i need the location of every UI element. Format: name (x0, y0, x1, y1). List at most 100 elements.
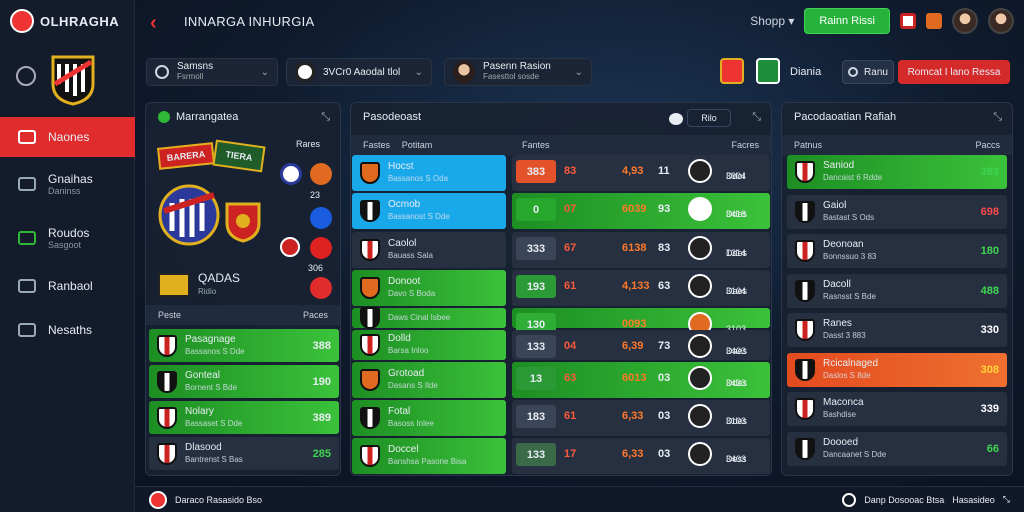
filter-pill[interactable]: Rilo (687, 109, 731, 127)
panel-head-right: Rares (296, 139, 321, 149)
team-crest-icon (795, 398, 815, 420)
expand-icon[interactable]: ⤡ (993, 111, 1002, 124)
user-avatar[interactable] (988, 8, 1014, 34)
table-row[interactable]: Dacoll Rasnsst S Bde 488 (787, 273, 1007, 308)
match-row-team[interactable]: Doccel Banshsa Pasone Bisa (352, 438, 506, 474)
match-row-team[interactable]: Daws Cinal Isbee (352, 307, 506, 329)
club-icon[interactable] (310, 277, 332, 299)
header-action-button[interactable]: Rainn Rissi (804, 8, 890, 34)
match-score-row[interactable]: 383 83 4,93 11 3904 Ddoi (512, 155, 770, 191)
team-name: Ocmob (388, 199, 421, 210)
toolbar-button[interactable]: Ranu (842, 60, 894, 84)
team-crest-icon (795, 437, 815, 460)
expand-icon[interactable]: ⤡ (752, 111, 761, 124)
club-badge-icon[interactable] (720, 58, 744, 84)
player-filter[interactable]: Pasenn Rasion Fasesttol sosde ⌄ (444, 58, 592, 86)
sidebar-item-sub: Daninss (48, 186, 81, 196)
team-name: Dolld (388, 333, 411, 344)
club-icon[interactable] (280, 163, 302, 185)
row-sub: Bantrenst S Bas (185, 454, 243, 464)
team-crest-icon (360, 369, 380, 391)
table-row[interactable]: Saniod Dancaist 6 Rdde 383 (787, 155, 1007, 189)
shop-dropdown-label: Shopp (750, 14, 785, 28)
col-head: Peste (158, 310, 182, 320)
match-row-team[interactable]: Dolld Barsa Inloo (352, 330, 506, 360)
table-row[interactable]: Pasagnage Bassanos S Dde 388 (149, 329, 339, 362)
row-value: 66 (986, 442, 999, 455)
shop-dropdown[interactable]: Shopp ▾ (750, 14, 794, 28)
club-crest-icon (51, 55, 95, 106)
col-head: Fastes (363, 140, 391, 150)
toolbar-primary-button[interactable]: Romcat I lano Ressa (898, 60, 1010, 84)
panel-title-text: Marrangatea (176, 111, 239, 123)
club-badge-icon[interactable] (756, 58, 780, 84)
table-row[interactable]: Ranes Dasst 3 883 330 (787, 313, 1007, 347)
match-score-row[interactable]: 130 0093 3103 (512, 308, 770, 336)
status-icon (158, 111, 170, 123)
club-icon[interactable] (310, 237, 332, 259)
match-score-row[interactable]: 0 07 6039 93 3418 Ddes (512, 193, 770, 229)
sidebar-item-nesaths[interactable]: Nesaths (0, 310, 135, 350)
expand-icon[interactable]: ⤡ (321, 111, 330, 124)
team-crest-icon (158, 184, 220, 246)
table-row[interactable]: Rcicalnaged Daslos S 8de 308 (787, 352, 1007, 387)
table-row[interactable]: Doooed Dancaanet S Dde 66 (787, 431, 1007, 466)
left-panel: Marrangatea ⤡ Rares BARERA TIERA 23 306 … (145, 102, 341, 476)
status-right[interactable]: Hasasideo (952, 495, 995, 505)
sidebar-item-gnaihas[interactable]: Gnaihas Daninss (0, 164, 135, 204)
table-row[interactable]: Dlasood Bantrenst S Bas 285 (149, 437, 339, 470)
search-filter[interactable]: Samsns Fsrmoll ⌄ (146, 58, 278, 86)
match-score-row[interactable]: 333 67 6138 83 1314 Ddes (512, 232, 770, 268)
sidebar-item-naones[interactable]: Naones (0, 117, 135, 157)
match-score-row[interactable]: 183 61 6,33 03 3103 Ddes (512, 400, 770, 436)
match-score-row[interactable]: 133 17 6,33 03 3403 Dess (512, 438, 770, 474)
score-c: 0093 (622, 318, 647, 330)
club-icon[interactable] (280, 237, 300, 257)
match-row-team[interactable]: Ocmob Bassanost S Dde (352, 193, 506, 229)
team-sub: Barsa Inloo (388, 346, 429, 355)
row-sub: Bashdise (823, 410, 856, 419)
ball-icon[interactable] (669, 113, 683, 125)
match-row-team[interactable]: Caolol Bauass Sala (352, 232, 506, 268)
table-row[interactable]: Gonteal Bornent S Bde 190 (149, 365, 339, 398)
table-row[interactable]: Nolary Bassaset S Dde 389 (149, 401, 339, 434)
row-value: 180 (980, 245, 999, 257)
sidebar-item-label: Nesaths (48, 323, 93, 337)
side-value: 23 (310, 190, 321, 200)
match-score-row[interactable]: 133 04 6,39 73 3403 Daes (512, 330, 770, 360)
table-row[interactable]: Deonoan Bonnssuo 3 83 180 (787, 234, 1007, 268)
sidebar-item-roudos[interactable]: Roudos Sasgoot (0, 218, 135, 258)
club-icon[interactable] (310, 207, 332, 229)
info-icon[interactable] (16, 66, 36, 86)
score-d: 11 (658, 165, 670, 177)
table-row[interactable]: Maconca Bashdise 339 (787, 392, 1007, 426)
team-crest-icon (360, 445, 380, 467)
match-filter[interactable]: 3VCr0 Aaodal tlol ⌄ (286, 58, 432, 86)
back-arrow-icon[interactable]: ‹ (150, 12, 157, 35)
club-banner: TIERA (212, 139, 266, 173)
stats-icon (18, 231, 36, 245)
club-icon[interactable] (926, 13, 942, 29)
status-bar: Daraco Rasasido Bso Danp Dosooac Btsa Ha… (135, 486, 1024, 512)
result-sub: Ddes (726, 209, 748, 219)
row-name: Doooed (823, 436, 859, 448)
match-row-team[interactable]: Grotoad Dasans S Ilde (352, 362, 506, 398)
match-row-team[interactable]: Donoot Davo S Boda (352, 270, 506, 306)
club-icon[interactable] (310, 163, 332, 185)
opponent-crest-icon (688, 274, 712, 298)
team-crest-icon (157, 334, 177, 357)
match-row-team[interactable]: Fotal Basoss Inlee (352, 400, 506, 436)
match-score-row[interactable]: 193 61 4,133 63 3104 Daes (512, 270, 770, 306)
col-head: Paces (302, 310, 328, 320)
table-row[interactable]: Gaiol Bastast S Ods 698 (787, 194, 1007, 229)
avatar[interactable] (952, 8, 978, 34)
match-row-team[interactable]: Hocst Bassanos S Oda (352, 155, 506, 191)
match-score-row[interactable]: 13 63 6013 03 3433 Ddes (512, 362, 770, 398)
expand-icon[interactable]: ⤡ (1003, 494, 1010, 505)
status-left: Daraco Rasasido Bso (175, 494, 263, 505)
flag-icon[interactable] (900, 13, 916, 29)
sidebar-item-ranbaol[interactable]: Ranbaol (0, 266, 135, 306)
player-avatar (453, 61, 475, 83)
app-logo[interactable]: OLHRAGHA (10, 8, 119, 34)
filter-sub: Fasesttol sosde (483, 72, 540, 81)
